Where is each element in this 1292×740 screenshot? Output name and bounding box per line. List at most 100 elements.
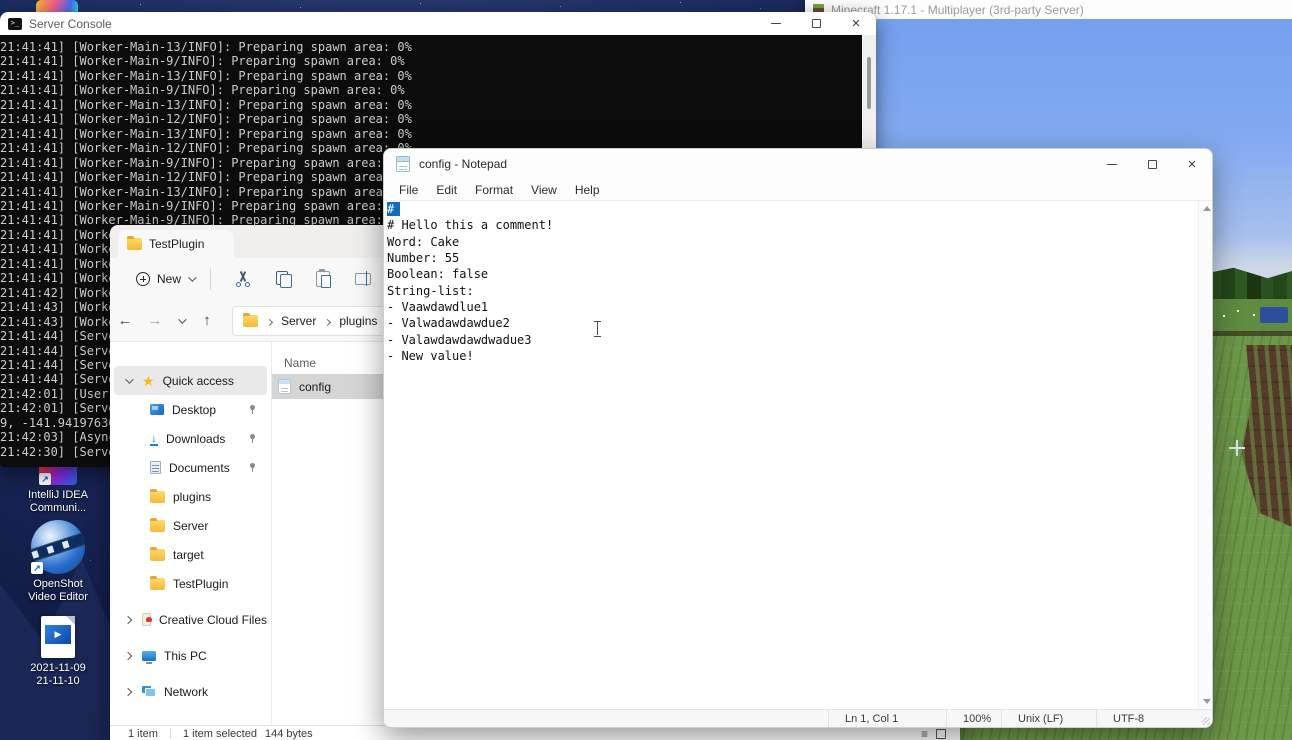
sidebar-item-this-pc[interactable]: This PC <box>114 641 267 670</box>
large-icons-view-icon[interactable] <box>936 729 946 739</box>
notepad-window-controls: × <box>1092 149 1212 179</box>
console-log-line: 21:41:41] [Worker-Main-9/INFO]: Preparin… <box>0 54 862 68</box>
sidebar-item-testplugin[interactable]: TestPlugin <box>114 569 267 598</box>
sidebar-item-target[interactable]: target <box>114 540 267 569</box>
sidebar-item-network[interactable]: Network <box>114 677 267 706</box>
minecraft-water <box>1260 307 1288 323</box>
back-button[interactable]: ← <box>110 312 140 329</box>
folder-icon <box>127 238 142 250</box>
sidebar-item-label: TestPlugin <box>173 577 228 591</box>
notepad-window: config - Notepad × FileEditFormatViewHel… <box>383 148 1213 728</box>
paste-button[interactable] <box>303 263 343 295</box>
forward-button[interactable]: → <box>140 312 170 329</box>
copy-button[interactable] <box>263 263 303 295</box>
desktop-icon-label: OpenShot <box>12 578 104 591</box>
selection-size: 144 bytes <box>265 728 313 740</box>
folder-icon <box>150 578 165 590</box>
notepad-menubar: FileEditFormatViewHelp <box>384 179 1212 201</box>
sidebar-item-label: plugins <box>173 490 211 504</box>
explorer-tab-testplugin[interactable]: TestPlugin <box>118 230 234 258</box>
sidebar-chevron[interactable] <box>122 617 134 623</box>
notepad-close-button[interactable]: × <box>1172 149 1212 179</box>
rename-button[interactable] <box>343 263 383 295</box>
folder-icon <box>150 520 165 532</box>
notepad-maximize-button[interactable] <box>1132 149 1172 179</box>
sidebar-item-server[interactable]: Server <box>114 511 267 540</box>
new-button[interactable]: New <box>128 267 202 291</box>
sidebar-item-label: Creative Cloud Files <box>159 613 267 627</box>
desktop-icon-video[interactable]: ▶2021-11-0921-11-10 <box>12 616 104 688</box>
sidebar-chevron[interactable] <box>122 689 134 695</box>
cut-button[interactable] <box>223 263 263 295</box>
notepad-minimize-button[interactable] <box>1092 149 1132 179</box>
breadcrumb-segment[interactable]: plugins <box>339 314 377 328</box>
star-icon: ★ <box>142 374 155 388</box>
console-log-line: 21:41:41] [Worker-Main-12/INFO]: Prepari… <box>0 112 862 126</box>
sidebar-item-quick-access[interactable]: ★Quick access <box>114 366 267 395</box>
sidebar-item-creative-cloud-files[interactable]: Creative Cloud Files <box>114 605 267 634</box>
notepad-line: String-list: <box>387 283 1198 299</box>
notepad-scrollbar[interactable] <box>1198 201 1212 709</box>
console-maximize-button[interactable] <box>796 12 836 35</box>
view-toggles: ≡ <box>921 727 946 740</box>
menu-edit[interactable]: Edit <box>427 181 466 199</box>
line-ending: Unix (LF) <box>1001 710 1096 727</box>
page-fold <box>66 616 75 625</box>
text-file-icon <box>278 379 291 394</box>
notepad-statusbar: Ln 1, Col 1 100% Unix (LF) UTF-8 <box>384 709 1212 727</box>
console-log-line: 21:41:41] [Worker-Main-9/INFO]: Preparin… <box>0 83 862 97</box>
menu-file[interactable]: File <box>390 181 427 199</box>
sidebar-item-documents[interactable]: Documents <box>114 453 267 482</box>
copy-icon <box>276 271 291 287</box>
resize-grip[interactable] <box>1202 717 1210 725</box>
menu-format[interactable]: Format <box>466 181 522 199</box>
new-button-label: New <box>157 272 181 286</box>
desktop-icon-label: Communi... <box>12 502 104 515</box>
status-divider <box>170 728 171 739</box>
screen: ↗IntelliJ IDEACommuni...↗OpenShotVideo E… <box>0 0 1292 740</box>
pin-icon <box>248 434 257 443</box>
notepad-line: Word: Cake <box>387 234 1198 250</box>
console-window-controls: × <box>756 12 876 35</box>
sidebar-item-plugins[interactable]: plugins <box>114 482 267 511</box>
desktop-icon-openshot[interactable]: ↗OpenShotVideo Editor <box>12 520 104 604</box>
file-name: config <box>299 380 331 394</box>
chevron-right-icon <box>124 687 132 695</box>
openshot-icon: ↗ <box>31 520 85 574</box>
cursor-position: Ln 1, Col 1 <box>828 710 946 727</box>
breadcrumb-separator-icon <box>266 318 273 325</box>
shortcut-arrow-icon: ↗ <box>39 473 51 485</box>
details-view-icon[interactable]: ≡ <box>921 727 928 740</box>
sidebar-item-downloads[interactable]: ↓Downloads <box>114 424 267 453</box>
cmd-icon: >_ <box>8 18 22 30</box>
scroll-up-icon[interactable] <box>1203 206 1211 211</box>
up-button[interactable]: ↑ <box>192 312 222 329</box>
scroll-down-icon[interactable] <box>1203 699 1211 704</box>
breadcrumb-segment[interactable]: Server <box>281 314 316 328</box>
chevron-down-icon <box>188 273 196 281</box>
console-log-line: 21:41:41] [Worker-Main-13/INFO]: Prepari… <box>0 69 862 83</box>
breadcrumb-path: Server plugins <box>267 314 391 328</box>
chevron-right-icon <box>124 651 132 659</box>
breadcrumb-separator-icon <box>324 318 331 325</box>
minecraft-titlebar: Minecraft 1.17.1 - Multiplayer (3rd-part… <box>805 0 1292 19</box>
notepad-text-area[interactable]: # # Hello this a comment!Word: CakeNumbe… <box>384 201 1198 709</box>
shortcut-arrow-icon: ↗ <box>31 562 43 574</box>
sidebar-chevron[interactable] <box>122 653 134 659</box>
recent-locations-button[interactable] <box>170 318 192 324</box>
network-icon <box>142 686 156 697</box>
console-log-line: 21:41:41] [Worker-Main-13/INFO]: Prepari… <box>0 98 862 112</box>
console-minimize-button[interactable] <box>756 12 796 35</box>
menu-view[interactable]: View <box>522 181 566 199</box>
menu-help[interactable]: Help <box>566 181 609 199</box>
sidebar-chevron[interactable] <box>122 378 134 384</box>
console-scrollbar-thumb[interactable] <box>867 57 871 109</box>
chevron-right-icon <box>124 615 132 623</box>
chevron-down-icon <box>125 375 133 383</box>
sidebar-item-label: target <box>173 548 204 562</box>
sidebar-item-desktop[interactable]: Desktop <box>114 395 267 424</box>
console-close-button[interactable]: × <box>836 12 876 35</box>
documents-icon <box>150 461 161 474</box>
sidebar-item-label: Desktop <box>172 403 216 417</box>
minecraft-crosshair-icon <box>1229 440 1245 456</box>
